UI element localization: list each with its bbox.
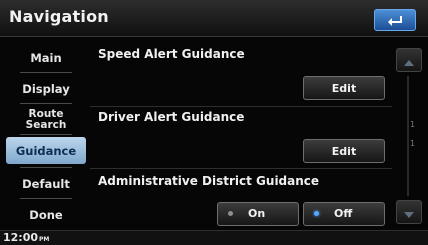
administrative-district-guidance-label: Administrative District Guidance bbox=[98, 174, 320, 188]
sidebar-divider bbox=[20, 134, 72, 135]
speed-alert-edit-button[interactable]: Edit bbox=[303, 76, 385, 100]
sidebar-divider bbox=[20, 72, 72, 73]
status-bar: 12:00PM bbox=[0, 230, 428, 245]
row-divider bbox=[90, 106, 392, 107]
sidebar-menu: Main Display Route Search Guidance Defau… bbox=[6, 42, 86, 230]
driver-alert-guidance-label: Driver Alert Guidance bbox=[98, 110, 245, 124]
radio-indicator-icon bbox=[228, 211, 233, 216]
title-bar: Navigation bbox=[0, 0, 428, 37]
sidebar-item-done[interactable]: Done bbox=[6, 201, 86, 228]
chevron-down-icon bbox=[404, 203, 414, 222]
scroll-up-button[interactable] bbox=[396, 48, 422, 72]
admin-district-off-option[interactable]: Off bbox=[303, 202, 385, 226]
admin-district-on-option[interactable]: On bbox=[217, 202, 299, 226]
sidebar-item-main[interactable]: Main bbox=[6, 44, 86, 71]
sidebar-item-route-search[interactable]: Route Search bbox=[6, 106, 86, 133]
option-label: On bbox=[248, 207, 266, 220]
speed-alert-guidance-label: Speed Alert Guidance bbox=[98, 47, 245, 61]
sidebar-item-default[interactable]: Default bbox=[6, 170, 86, 197]
navigation-settings-screen: Navigation Main Display Route Search Gui… bbox=[0, 0, 428, 245]
back-arrow-icon bbox=[386, 11, 404, 30]
sidebar-item-guidance[interactable]: Guidance bbox=[6, 137, 86, 164]
back-button[interactable] bbox=[374, 9, 416, 31]
radio-indicator-icon bbox=[314, 211, 319, 216]
page-title: Navigation bbox=[9, 7, 109, 26]
scrollbar[interactable]: 1 1 bbox=[396, 42, 422, 228]
sidebar-divider bbox=[20, 198, 72, 199]
row-divider bbox=[90, 168, 392, 169]
clock: 12:00PM bbox=[3, 231, 49, 244]
sidebar-item-display[interactable]: Display bbox=[6, 75, 86, 102]
sidebar-divider bbox=[20, 167, 72, 168]
scroll-page-mark: 1 bbox=[410, 120, 416, 129]
driver-alert-edit-button[interactable]: Edit bbox=[303, 139, 385, 163]
sidebar-divider bbox=[20, 103, 72, 104]
chevron-up-icon bbox=[404, 51, 414, 70]
sidebar-item-route-search-label: Route Search bbox=[25, 107, 67, 131]
clock-time: 12:00 bbox=[3, 231, 39, 244]
scroll-page-mark: 1 bbox=[410, 139, 416, 148]
scroll-down-button[interactable] bbox=[396, 200, 422, 224]
option-label: Off bbox=[334, 207, 353, 220]
clock-ampm: PM bbox=[39, 236, 50, 243]
scroll-track[interactable] bbox=[407, 76, 409, 196]
